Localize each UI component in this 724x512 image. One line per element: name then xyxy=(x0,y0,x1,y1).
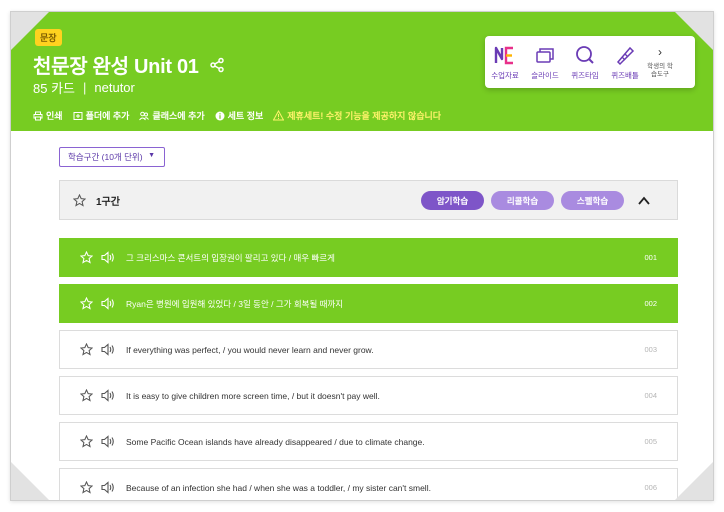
class-material-label: 수업자료 xyxy=(491,70,519,80)
memorize-study-button[interactable]: 암기학습 xyxy=(421,191,484,210)
speaker-icon[interactable] xyxy=(101,389,115,402)
star-icon[interactable] xyxy=(73,193,86,207)
card-row[interactable]: Because of an infection she had / when s… xyxy=(59,468,678,500)
range-select[interactable]: 학습구간 (10개 단위) ▼ xyxy=(59,147,165,167)
teaching-tools-panel: 수업자료 슬라이드 퀴즈타임 퀴즈배틀 › 학생의 학습도구 xyxy=(485,36,695,88)
set-info-label: 세트 정보 xyxy=(227,111,264,121)
card-number: 004 xyxy=(644,391,657,400)
star-icon[interactable] xyxy=(80,481,93,494)
card-count: 85 카드 xyxy=(33,81,75,96)
set-meta: 85 카드 | netutor xyxy=(33,78,135,97)
range-select-value: 학습구간 (10개 단위) xyxy=(68,152,143,162)
ne-logo-icon xyxy=(494,46,513,64)
quiz-battle-label: 퀴즈배틀 xyxy=(611,70,639,80)
add-to-class-action[interactable]: 클래스에 추가 xyxy=(139,109,205,122)
card-text: 그 크리스마스 콘서트의 입장권이 팔리고 있다 / 매우 빠르게 xyxy=(126,252,335,263)
quiz-time-icon xyxy=(576,45,594,64)
author-name[interactable]: netutor xyxy=(94,80,134,95)
add-to-class-label: 클래스에 추가 xyxy=(152,111,205,121)
card-text: If everything was perfect, / you would n… xyxy=(126,344,374,355)
class-material-tool[interactable]: 수업자료 xyxy=(485,44,525,81)
card-number: 002 xyxy=(644,299,657,308)
partner-set-notice: 제휴세트! 수정 기능을 제공하지 않습니다 xyxy=(273,109,441,122)
quiz-battle-tool[interactable]: 퀴즈배틀 xyxy=(605,44,645,81)
share-icon[interactable] xyxy=(209,57,225,73)
star-icon[interactable] xyxy=(80,251,93,264)
speaker-icon[interactable] xyxy=(101,435,115,448)
student-tools-link[interactable]: › 학생의 학습도구 xyxy=(645,45,675,79)
slides-label: 슬라이드 xyxy=(531,70,559,80)
recall-study-button[interactable]: 리콜학습 xyxy=(491,191,554,210)
card-text: Because of an infection she had / when s… xyxy=(126,482,431,493)
card-list-area: 학습구간 (10개 단위) ▼ 1구간 암기학습 리콜학습 스펠학습 그 크리스… xyxy=(11,131,713,500)
corner-fold xyxy=(675,462,713,500)
card-row[interactable]: If everything was perfect, / you would n… xyxy=(59,330,678,369)
card-row[interactable]: Ryan은 병원에 입원해 있었다 / 3일 동안 / 그가 회복될 때까지 00… xyxy=(59,284,678,323)
section-header: 1구간 암기학습 리콜학습 스펠학습 xyxy=(59,180,678,220)
print-label: 인쇄 xyxy=(46,111,63,121)
card-row[interactable]: It is easy to give children more screen … xyxy=(59,376,678,415)
speaker-icon[interactable] xyxy=(101,251,115,264)
card-row[interactable]: Some Pacific Ocean islands have already … xyxy=(59,422,678,461)
quiz-time-label: 퀴즈타임 xyxy=(571,70,599,80)
quiz-time-tool[interactable]: 퀴즈타임 xyxy=(565,44,605,81)
set-info-action[interactable]: 세트 정보 xyxy=(215,109,264,122)
print-action[interactable]: 인쇄 xyxy=(33,109,63,122)
slides-icon xyxy=(536,47,554,63)
quiz-battle-icon xyxy=(616,46,635,65)
card-text: Ryan은 병원에 입원해 있었다 / 3일 동안 / 그가 회복될 때까지 xyxy=(126,298,344,309)
warning-icon xyxy=(273,110,285,121)
page-title: 천문장 완성 Unit 01 xyxy=(33,56,199,78)
set-header: 문장 천문장 완성 Unit 01 85 카드 | netutor 인쇄 폴더에… xyxy=(11,12,713,131)
folder-add-icon xyxy=(73,111,83,120)
corner-fold xyxy=(11,462,49,500)
caret-down-icon: ▼ xyxy=(148,152,155,159)
star-icon[interactable] xyxy=(80,389,93,402)
section-title: 1구간 xyxy=(96,196,120,208)
card-number: 001 xyxy=(644,253,657,262)
class-add-icon xyxy=(139,111,150,120)
meta-separator: | xyxy=(83,80,87,95)
chevron-up-icon[interactable] xyxy=(635,192,653,210)
card-number: 005 xyxy=(644,437,657,446)
student-tools-label: 학생의 학습도구 xyxy=(647,63,673,78)
slides-tool[interactable]: 슬라이드 xyxy=(525,44,565,81)
speaker-icon[interactable] xyxy=(101,297,115,310)
card-number: 006 xyxy=(644,483,657,492)
speaker-icon[interactable] xyxy=(101,481,115,494)
speaker-icon[interactable] xyxy=(101,343,115,356)
card-row[interactable]: 그 크리스마스 콘서트의 입장권이 팔리고 있다 / 매우 빠르게 001 xyxy=(59,238,678,277)
corner-fold xyxy=(11,12,49,50)
star-icon[interactable] xyxy=(80,297,93,310)
app-window: 문장 천문장 완성 Unit 01 85 카드 | netutor 인쇄 폴더에… xyxy=(10,11,714,501)
print-icon xyxy=(33,111,43,120)
add-to-folder-action[interactable]: 폴더에 추가 xyxy=(73,109,130,122)
star-icon[interactable] xyxy=(80,435,93,448)
add-to-folder-label: 폴더에 추가 xyxy=(85,111,130,121)
spell-study-button[interactable]: 스펠학습 xyxy=(561,191,624,210)
card-text: Some Pacific Ocean islands have already … xyxy=(126,436,425,447)
card-text: It is easy to give children more screen … xyxy=(126,390,380,401)
action-bar: 인쇄 폴더에 추가 클래스에 추가 세트 정보 제휴세트! 수정 기능을 제공하… xyxy=(33,109,451,122)
info-icon xyxy=(215,111,225,120)
corner-fold xyxy=(675,12,713,50)
chevron-right-icon: › xyxy=(658,45,662,59)
partner-set-notice-label: 제휴세트! 수정 기능을 제공하지 않습니다 xyxy=(287,111,442,121)
star-icon[interactable] xyxy=(80,343,93,356)
title-row: 천문장 완성 Unit 01 xyxy=(33,50,225,79)
card-number: 003 xyxy=(644,345,657,354)
